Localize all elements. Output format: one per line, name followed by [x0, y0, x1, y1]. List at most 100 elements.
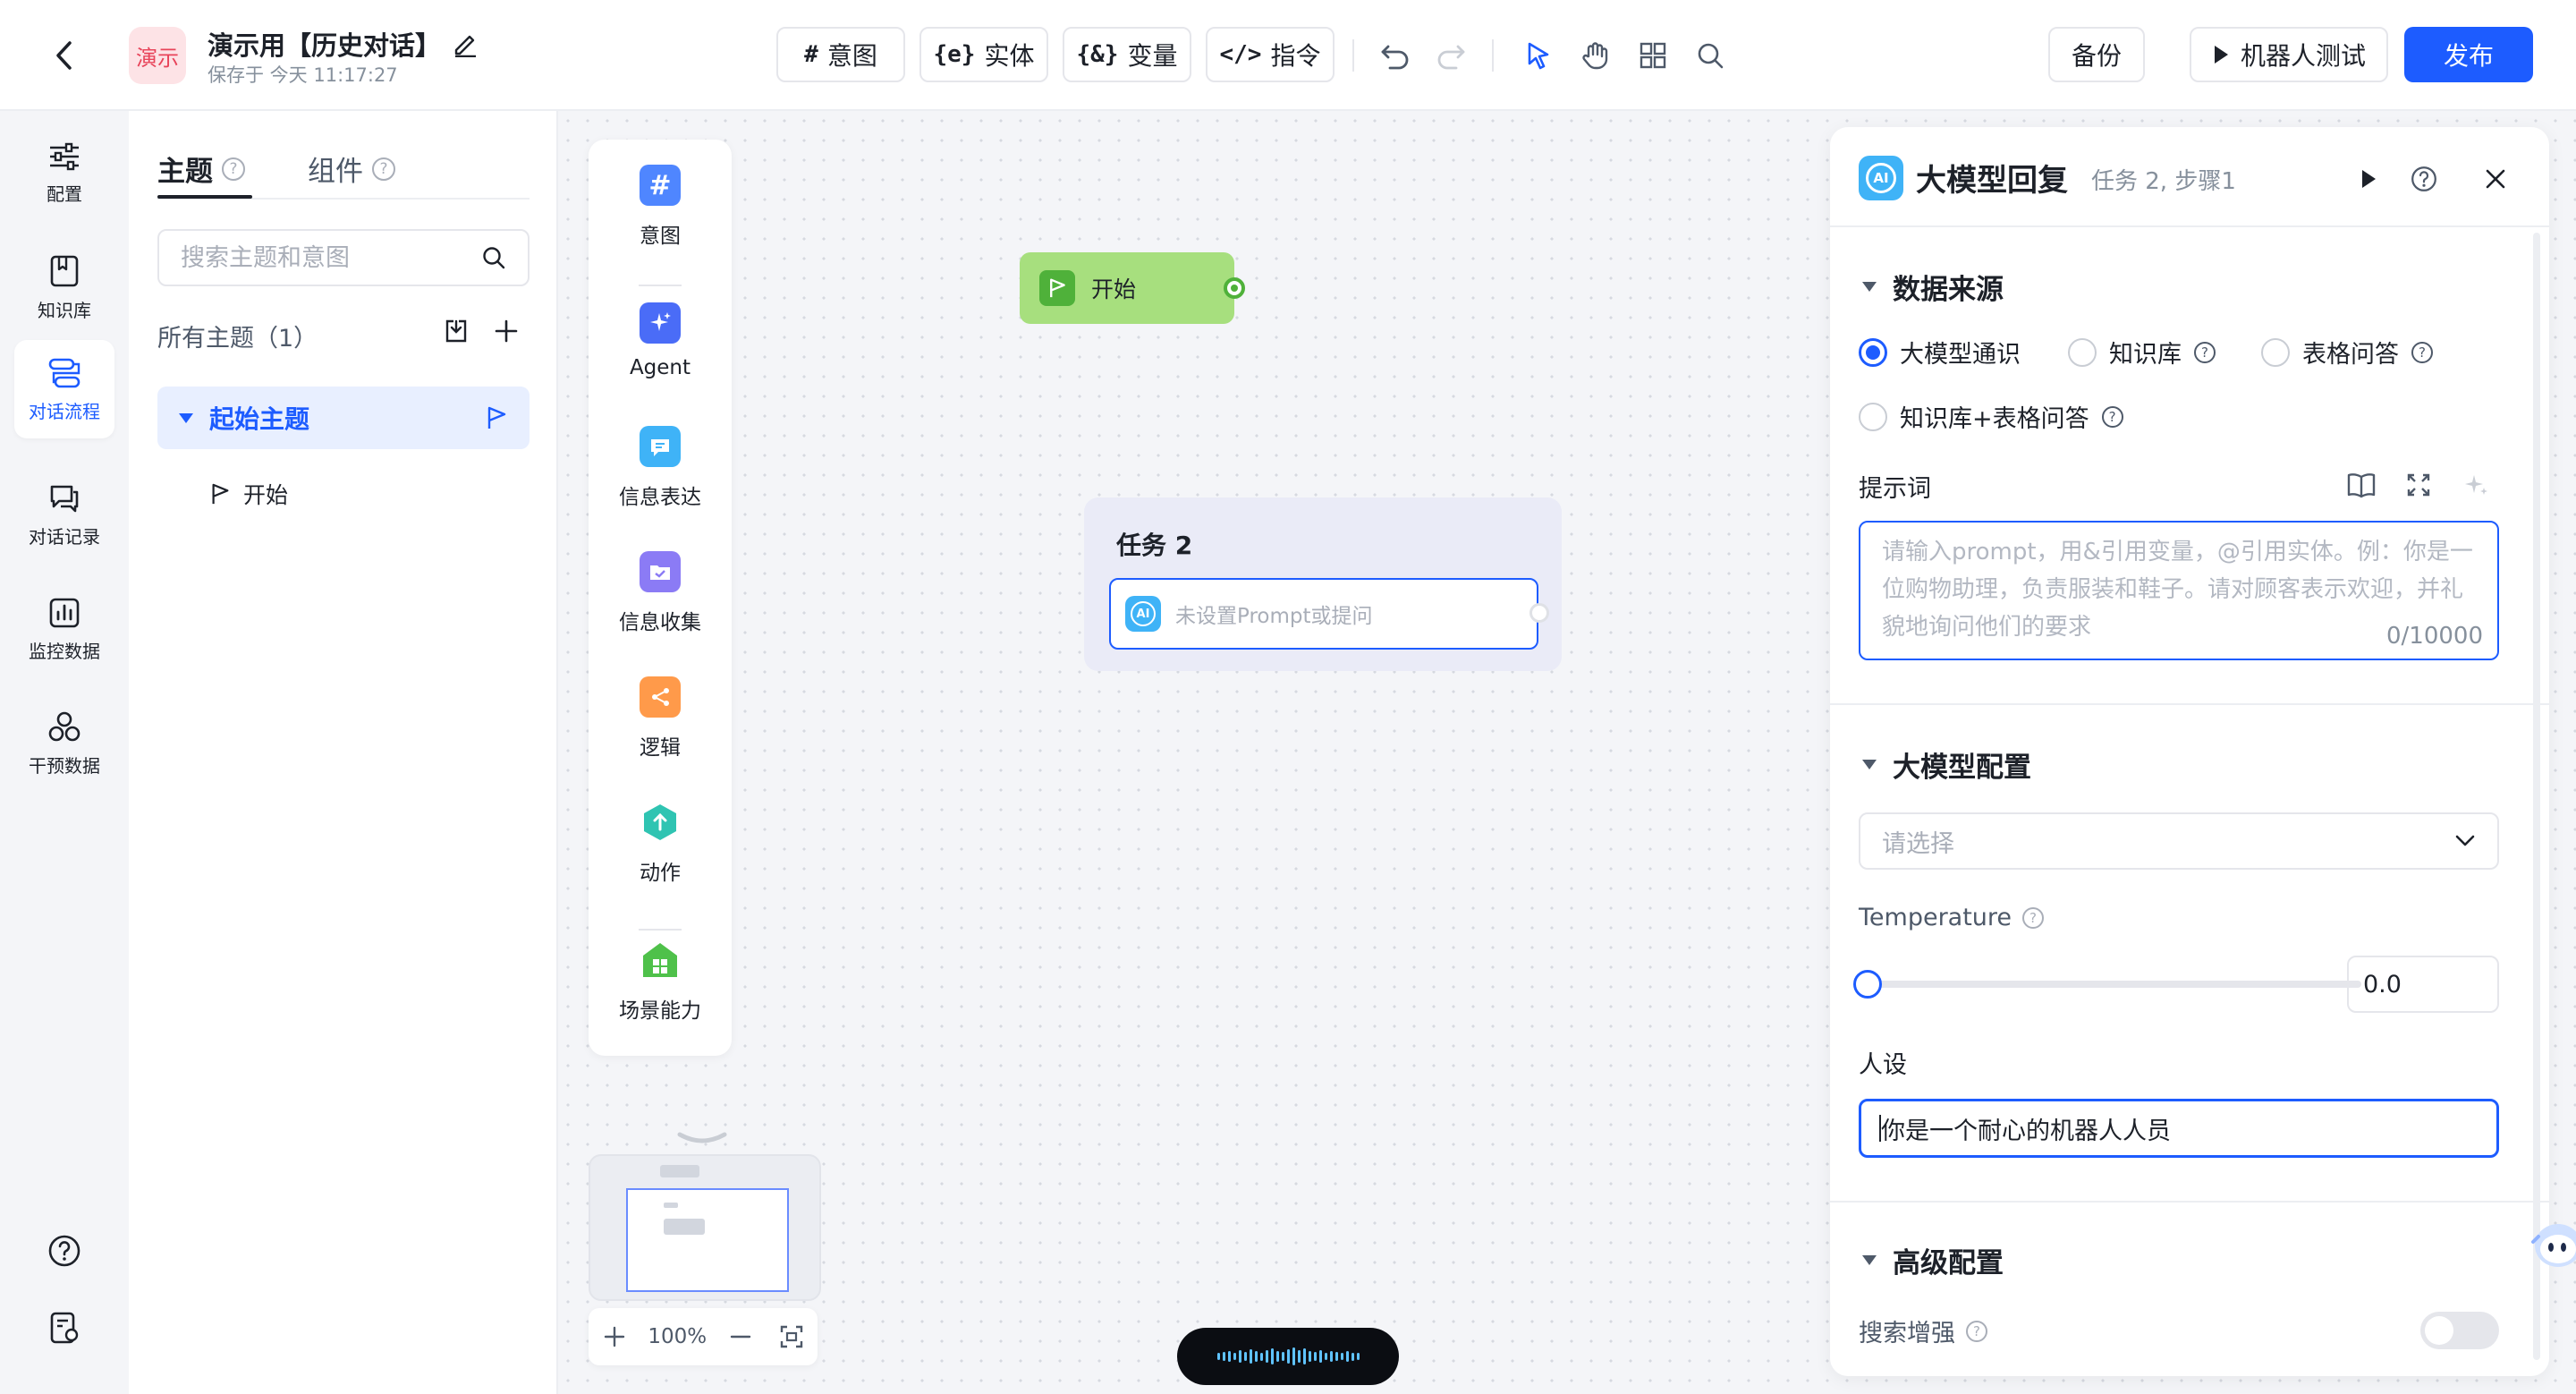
config-title: 大模型回复 [1916, 163, 2068, 199]
topic-row-start[interactable]: 起始主题 [157, 387, 530, 449]
assistant-mascot-icon[interactable] [2528, 1210, 2576, 1272]
nav-item-knowledge[interactable]: 知识库 [14, 238, 114, 336]
action-hexagon-icon [640, 802, 681, 843]
book-icon [50, 255, 79, 286]
backup-button[interactable]: 备份 [2048, 27, 2145, 82]
minimap-node [664, 1203, 678, 1208]
search-icon[interactable] [1690, 36, 1730, 75]
search-enhance-toggle[interactable] [2420, 1312, 2499, 1349]
palette-item-info-collect[interactable]: 信息收集 [589, 551, 732, 635]
tab-topics[interactable]: 主题 ? [157, 149, 245, 189]
prompt-textarea[interactable]: 请输入prompt，用&引用变量，@引用实体。例：你是一位购物助理，负责服装和鞋… [1859, 521, 2499, 660]
nav-item-config[interactable]: 配置 [14, 123, 114, 222]
zoom-in-plus-icon[interactable] [597, 1319, 632, 1355]
start-node[interactable]: 开始 [1020, 252, 1234, 324]
robot-test-label: 机器人测试 [2240, 41, 2366, 71]
temperature-slider-thumb[interactable] [1853, 970, 1882, 999]
palette-item-scene[interactable]: 场景能力 [589, 939, 732, 1024]
doc-settings-icon[interactable] [41, 1305, 88, 1351]
radio-table-qa[interactable]: 表格问答 ? [2261, 335, 2433, 370]
add-topic-plus-icon[interactable] [488, 313, 524, 349]
radio-llm-general[interactable]: 大模型通识 [1859, 335, 2021, 370]
fit-view-icon[interactable] [774, 1319, 809, 1355]
palette-item-agent[interactable]: Agent [589, 302, 732, 379]
ai-sparkle-icon[interactable] [2458, 467, 2494, 503]
palette-item-action[interactable]: 动作 [589, 802, 732, 886]
start-node-label: 开始 [1091, 276, 1137, 302]
task-node-title: 任务 2 [1116, 531, 1193, 560]
radio-knowledge-table[interactable]: 知识库+表格问答 ? [1859, 399, 2123, 434]
minimap-node [664, 1219, 705, 1235]
intent-tool-button[interactable]: # 意图 [776, 27, 905, 82]
nodes-icon [48, 711, 80, 741]
question-icon: ? [2411, 341, 2433, 363]
house-icon [640, 939, 681, 981]
entity-tool-button[interactable]: {e} 实体 [919, 27, 1048, 82]
palette-label: 意图 [640, 225, 681, 248]
palette-item-logic[interactable]: 逻辑 [589, 676, 732, 761]
persona-input[interactable]: 你是一个耐心的机器人人员 [1859, 1099, 2499, 1158]
nav-label: 对话流程 [29, 400, 100, 422]
tab-topics-label: 主题 [157, 156, 213, 188]
help-icon[interactable] [41, 1228, 88, 1274]
expand-icon[interactable] [2401, 467, 2436, 503]
hash-icon: # [640, 165, 681, 206]
undo-icon[interactable] [1376, 36, 1415, 75]
save-status: 保存于 今天 11:17:27 [208, 64, 398, 86]
radio-dot [2261, 337, 2290, 367]
palette-item-intent[interactable]: # 意图 [589, 165, 732, 249]
import-icon[interactable] [438, 313, 474, 349]
node-palette: # 意图 Agent 信息表达 信息收集 逻辑 动作 场景能力 [589, 140, 732, 1056]
start-node-output-port[interactable] [1224, 277, 1245, 299]
model-select[interactable]: 请选择 [1859, 812, 2499, 870]
caret-down-icon[interactable] [179, 412, 193, 423]
layout-grid-icon[interactable] [1633, 36, 1673, 75]
zoom-out-minus-icon[interactable] [723, 1319, 758, 1355]
minimap-viewport[interactable] [626, 1188, 789, 1292]
temperature-input[interactable]: 0.0 [2347, 956, 2499, 1013]
temperature-slider-track[interactable] [1869, 981, 2361, 988]
palette-item-info-express[interactable]: 信息表达 [589, 426, 732, 510]
voice-assistant-bar[interactable] [1177, 1328, 1399, 1385]
task-node-output-port[interactable] [1530, 603, 1549, 623]
config-subtitle: 任务 2, 步骤1 [2091, 168, 2236, 195]
topic-search-input[interactable] [181, 243, 476, 272]
publish-button[interactable]: 发布 [2404, 27, 2533, 82]
sub-item-start[interactable]: 开始 [209, 467, 288, 521]
tab-components[interactable]: 组件 ? [308, 149, 395, 189]
section-data-source[interactable]: 数据来源 [1862, 267, 2004, 307]
nav-item-monitoring[interactable]: 监控数据 [14, 580, 114, 678]
search-icon[interactable] [481, 245, 506, 270]
section-advanced-config[interactable]: 高级配置 [1862, 1240, 2004, 1280]
play-icon[interactable] [2349, 159, 2388, 199]
nav-label: 监控数据 [29, 640, 100, 662]
pointer-select-icon[interactable] [1519, 36, 1558, 75]
redo-icon[interactable] [1431, 36, 1470, 75]
persona-value: 你是一个耐心的机器人人员 [1881, 1117, 2171, 1145]
section-model-config[interactable]: 大模型配置 [1862, 744, 2031, 785]
task-node[interactable]: 任务 2 AI 未设置Prompt或提问 [1084, 497, 1562, 671]
hand-pan-icon[interactable] [1576, 36, 1615, 75]
config-scrollbar[interactable] [2533, 233, 2540, 1360]
command-tool-label: 指令 [1270, 41, 1321, 71]
back-arrow-icon[interactable] [45, 36, 84, 75]
nav-item-intervention[interactable]: 干预数据 [14, 694, 114, 793]
minimap[interactable] [589, 1154, 821, 1301]
task-step-card[interactable]: AI 未设置Prompt或提问 [1109, 578, 1538, 650]
chevron-down-icon [2455, 835, 2475, 846]
all-topics-label: 所有主题（1） [157, 325, 318, 353]
close-icon[interactable] [2476, 159, 2515, 199]
command-tool-button[interactable]: </> 指令 [1206, 27, 1335, 82]
open-book-icon[interactable] [2343, 467, 2379, 503]
radio-label: 知识库+表格问答 [1900, 405, 2089, 433]
pencil-edit-icon[interactable] [452, 29, 482, 59]
llm-reply-config-panel: AI 大模型回复 任务 2, 步骤1 数据来源 大模型通识 知识库 ? 表格问答… [1830, 127, 2549, 1376]
radio-knowledge-base[interactable]: 知识库 ? [2068, 335, 2216, 370]
nav-item-chat-records[interactable]: 对话记录 [14, 465, 114, 564]
minimap-collapse-icon[interactable] [676, 1131, 728, 1145]
help-icon[interactable] [2404, 159, 2444, 199]
radio-label: 大模型通识 [1900, 341, 2021, 369]
robot-test-button[interactable]: 机器人测试 [2190, 27, 2388, 82]
variable-tool-button[interactable]: {&} 变量 [1063, 27, 1191, 82]
nav-item-dialog-flow[interactable]: 对话流程 [14, 340, 114, 438]
